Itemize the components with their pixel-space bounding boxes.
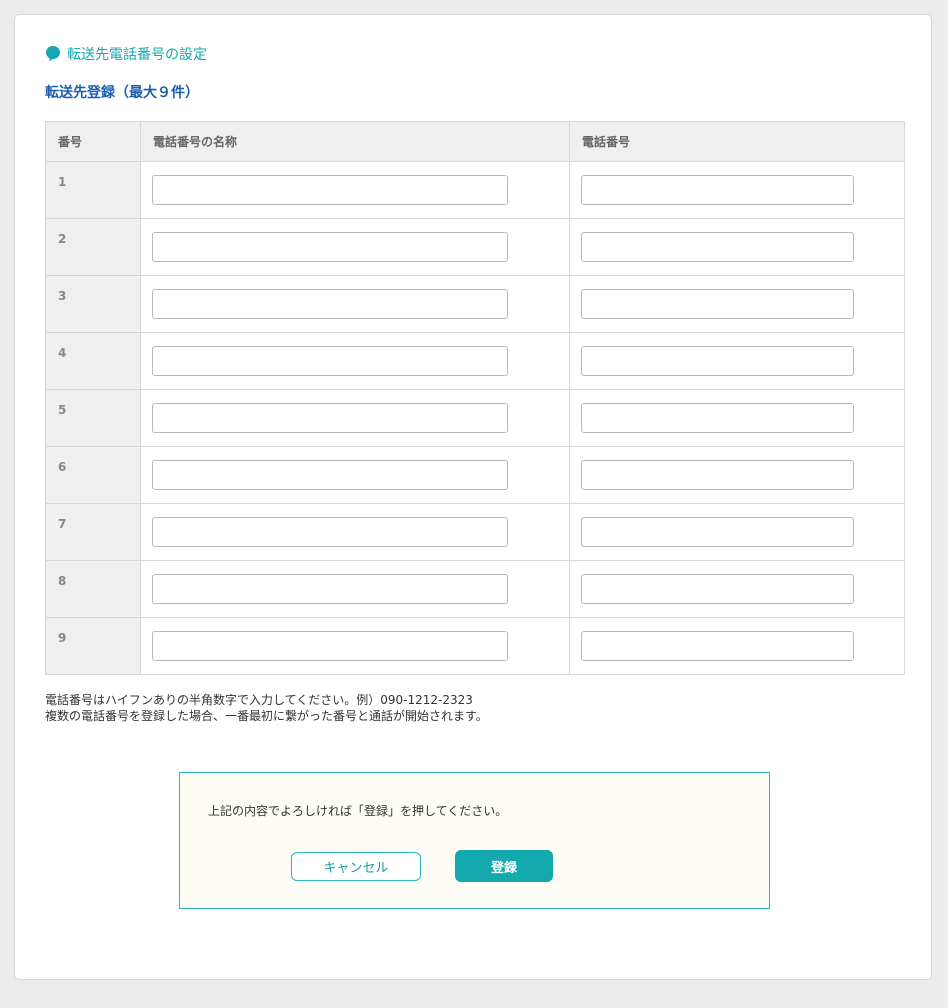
note-line: 複数の電話番号を登録した場合、一番最初に繋がった番号と通話が開始されます。 <box>45 709 488 723</box>
row-number: 5 <box>45 389 141 447</box>
phone-number-input[interactable] <box>581 175 854 205</box>
column-header-name: 電話番号の名称 <box>140 121 570 162</box>
phone-cell <box>569 389 905 447</box>
row-number: 6 <box>45 446 141 504</box>
phone-name-input[interactable] <box>152 574 508 604</box>
name-cell <box>140 161 570 219</box>
table-row: 7 <box>45 503 905 561</box>
phone-cell <box>569 503 905 561</box>
note-line: 電話番号はハイフンありの半角数字で入力してください。例）090-1212-232… <box>45 693 473 707</box>
cancel-button[interactable]: キャンセル <box>291 852 421 881</box>
phone-cell <box>569 446 905 504</box>
name-cell <box>140 503 570 561</box>
phone-number-input[interactable] <box>581 289 854 319</box>
phone-number-input[interactable] <box>581 574 854 604</box>
speech-bubble-icon <box>45 46 61 62</box>
name-cell <box>140 218 570 276</box>
confirm-message: 上記の内容でよろしければ「登録」を押してください。 <box>208 804 508 818</box>
phone-cell <box>569 275 905 333</box>
row-number: 3 <box>45 275 141 333</box>
forwarding-table: 番号 電話番号の名称 電話番号 123456789 <box>45 121 905 675</box>
name-cell <box>140 332 570 390</box>
phone-name-input[interactable] <box>152 289 508 319</box>
table-row: 8 <box>45 560 905 618</box>
phone-name-input[interactable] <box>152 631 508 661</box>
phone-name-input[interactable] <box>152 175 508 205</box>
confirm-box: 上記の内容でよろしければ「登録」を押してください。 キャンセル 登録 <box>179 772 770 909</box>
phone-number-input[interactable] <box>581 403 854 433</box>
phone-number-input[interactable] <box>581 631 854 661</box>
phone-cell <box>569 218 905 276</box>
table-row: 3 <box>45 275 905 333</box>
name-cell <box>140 389 570 447</box>
phone-cell <box>569 332 905 390</box>
section-heading: 転送先電話番号の設定 <box>45 44 207 64</box>
table-row: 5 <box>45 389 905 447</box>
name-cell <box>140 560 570 618</box>
row-number: 9 <box>45 617 141 675</box>
column-header-phone: 電話番号 <box>569 121 905 162</box>
phone-name-input[interactable] <box>152 232 508 262</box>
phone-name-input[interactable] <box>152 403 508 433</box>
phone-name-input[interactable] <box>152 346 508 376</box>
phone-number-input[interactable] <box>581 232 854 262</box>
phone-name-input[interactable] <box>152 460 508 490</box>
table-row: 6 <box>45 446 905 504</box>
sub-title: 転送先登録（最大９件） <box>45 85 199 101</box>
phone-number-input[interactable] <box>581 517 854 547</box>
table-row: 2 <box>45 218 905 276</box>
section-title: 転送先電話番号の設定 <box>67 47 207 63</box>
name-cell <box>140 617 570 675</box>
row-number: 1 <box>45 161 141 219</box>
table-header-row: 番号 電話番号の名称 電話番号 <box>45 121 905 162</box>
phone-cell <box>569 617 905 675</box>
phone-cell <box>569 560 905 618</box>
table-row: 1 <box>45 161 905 219</box>
name-cell <box>140 275 570 333</box>
row-number: 8 <box>45 560 141 618</box>
phone-cell <box>569 161 905 219</box>
table-row: 9 <box>45 617 905 675</box>
name-cell <box>140 446 570 504</box>
phone-number-input[interactable] <box>581 460 854 490</box>
settings-panel: 転送先電話番号の設定 転送先登録（最大９件） 番号 電話番号の名称 電話番号 1… <box>14 14 932 980</box>
input-notes: 電話番号はハイフンありの半角数字で入力してください。例）090-1212-232… <box>45 692 488 724</box>
row-number: 2 <box>45 218 141 276</box>
row-number: 4 <box>45 332 141 390</box>
register-button[interactable]: 登録 <box>455 850 553 882</box>
row-number: 7 <box>45 503 141 561</box>
phone-name-input[interactable] <box>152 517 508 547</box>
table-row: 4 <box>45 332 905 390</box>
phone-number-input[interactable] <box>581 346 854 376</box>
column-header-number: 番号 <box>45 121 141 162</box>
